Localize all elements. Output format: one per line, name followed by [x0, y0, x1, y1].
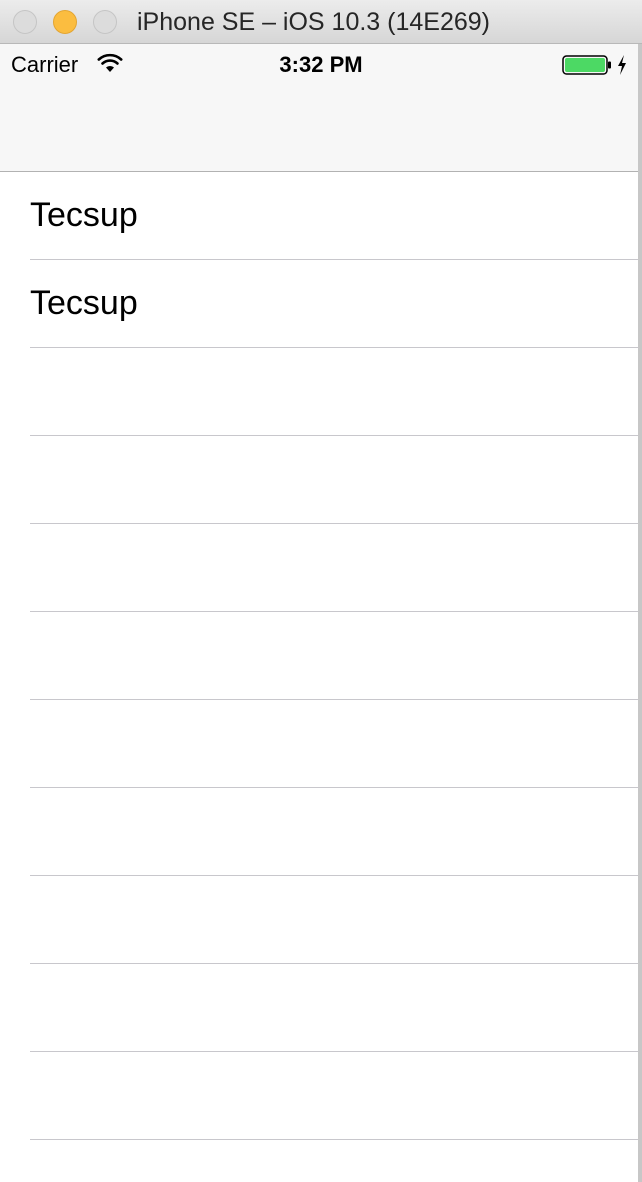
charging-bolt-icon — [618, 55, 626, 75]
window-titlebar: iPhone SE – iOS 10.3 (14E269) — [0, 0, 642, 44]
table-row[interactable] — [0, 788, 642, 876]
close-window-button[interactable] — [13, 10, 37, 34]
zoom-window-button[interactable] — [93, 10, 117, 34]
navigation-bar — [0, 84, 642, 172]
table-row[interactable] — [0, 436, 642, 524]
table-row[interactable] — [0, 348, 642, 436]
window-edge — [638, 44, 642, 1182]
table-row[interactable] — [0, 964, 642, 1052]
table-row[interactable]: Tecsup — [0, 260, 642, 348]
ios-status-bar: Carrier 3:32 PM — [0, 44, 642, 84]
battery-icon — [562, 55, 611, 75]
window-title: iPhone SE – iOS 10.3 (14E269) — [137, 8, 491, 36]
table-row[interactable] — [0, 700, 642, 788]
table-row[interactable] — [0, 524, 642, 612]
status-time: 3:32 PM — [279, 52, 363, 77]
cell-label: Tecsup — [30, 196, 138, 234]
table-row[interactable]: Tecsup — [0, 172, 642, 260]
table-row[interactable] — [0, 876, 642, 964]
table-view[interactable]: Tecsup Tecsup — [0, 172, 642, 1182]
table-row[interactable] — [0, 612, 642, 700]
minimize-window-button[interactable] — [53, 10, 77, 34]
cell-label: Tecsup — [30, 284, 138, 322]
table-row[interactable] — [0, 1052, 642, 1140]
simulator-window: iPhone SE – iOS 10.3 (14E269) Carrier 3:… — [0, 0, 642, 1182]
